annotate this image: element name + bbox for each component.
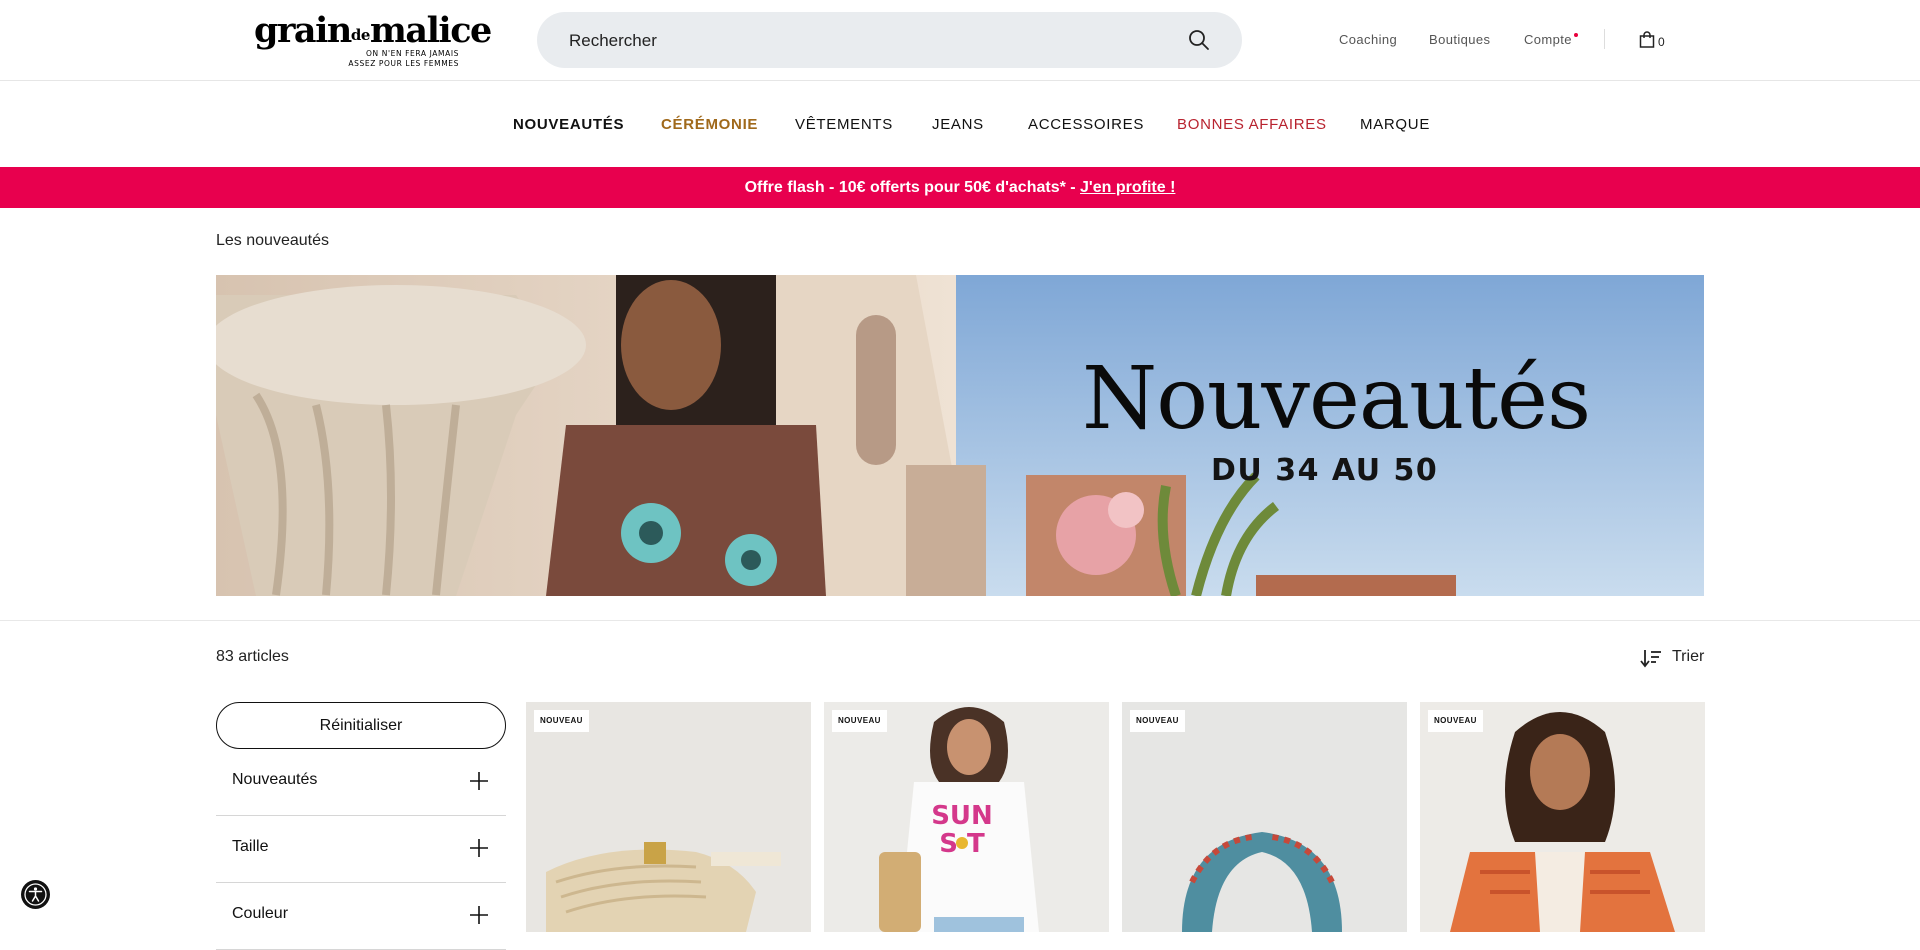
search-icon[interactable] bbox=[1188, 29, 1210, 51]
nav-item-bonnes-affaires[interactable]: BONNES AFFAIRES bbox=[1177, 116, 1327, 133]
new-badge: NOUVEAU bbox=[832, 710, 887, 732]
banner-subtitle: DU 34 AU 50 bbox=[1211, 453, 1439, 488]
new-badge: NOUVEAU bbox=[1428, 710, 1483, 732]
accessibility-button[interactable] bbox=[21, 880, 50, 909]
link-compte[interactable]: Compte bbox=[1524, 32, 1572, 47]
sort-label: Trier bbox=[1672, 648, 1705, 665]
new-badge: NOUVEAU bbox=[534, 710, 589, 732]
product-card[interactable]: SUN S T NOUVEAU bbox=[824, 702, 1109, 932]
link-boutiques[interactable]: Boutiques bbox=[1429, 32, 1490, 47]
header-divider bbox=[1604, 29, 1605, 49]
plus-icon[interactable] bbox=[469, 838, 489, 858]
product-image-scarf bbox=[1122, 702, 1407, 932]
product-card[interactable]: NOUVEAU bbox=[1420, 702, 1705, 932]
accessibility-icon bbox=[24, 883, 47, 906]
hero-banner[interactable]: Nouveautés DU 34 AU 50 bbox=[216, 275, 1704, 596]
product-image-tshirt: SUN S T bbox=[824, 702, 1109, 932]
cart-count[interactable]: 0 bbox=[1658, 35, 1665, 49]
main-nav: NOUVEAUTÉS CÉRÉMONIE VÊTEMENTS JEANS ACC… bbox=[0, 81, 1920, 167]
shopping-bag-icon[interactable] bbox=[1639, 31, 1655, 48]
filter-taille[interactable]: Taille bbox=[216, 816, 506, 883]
logo-tagline-line1: ON N'EN FERA JAMAIS bbox=[366, 49, 459, 58]
promo-cta-link[interactable]: J'en profite ! bbox=[1080, 179, 1175, 196]
filter-label: Taille bbox=[232, 838, 269, 855]
nav-item-accessoires[interactable]: ACCESSOIRES bbox=[1028, 116, 1144, 133]
nav-item-jeans[interactable]: JEANS bbox=[932, 116, 984, 133]
nav-item-marque[interactable]: MARQUE bbox=[1360, 116, 1430, 133]
nav-item-nouveautes[interactable]: NOUVEAUTÉS bbox=[513, 116, 624, 133]
section-divider bbox=[0, 620, 1920, 621]
filter-label: Nouveautés bbox=[232, 771, 318, 788]
nav-item-vetements[interactable]: VÊTEMENTS bbox=[795, 116, 893, 133]
search-input[interactable]: Rechercher bbox=[569, 31, 657, 51]
link-coaching[interactable]: Coaching bbox=[1339, 32, 1397, 47]
account-notification-dot bbox=[1574, 33, 1578, 37]
product-card[interactable]: NOUVEAU bbox=[526, 702, 811, 932]
reset-filters-button[interactable]: Réinitialiser bbox=[216, 702, 506, 749]
logo-tagline-line2: ASSEZ POUR LES FEMMES bbox=[348, 59, 459, 68]
product-card[interactable]: NOUVEAU bbox=[1122, 702, 1407, 932]
filter-label: Couleur bbox=[232, 905, 289, 922]
promo-banner: Offre flash - 10€ offerts pour 50€ d'ach… bbox=[0, 167, 1920, 208]
site-header: graindemalice ON N'EN FERA JAMAIS ASSEZ … bbox=[0, 0, 1920, 81]
product-image-kimono bbox=[1420, 702, 1705, 932]
promo-text: Offre flash - 10€ offerts pour 50€ d'ach… bbox=[744, 179, 1081, 196]
nav-item-ceremonie[interactable]: CÉRÉMONIE bbox=[661, 116, 758, 133]
plus-icon[interactable] bbox=[469, 771, 489, 791]
tshirt-print-line1: SUN bbox=[931, 801, 993, 831]
plus-icon[interactable] bbox=[469, 905, 489, 925]
new-badge: NOUVEAU bbox=[1130, 710, 1185, 732]
banner-title: Nouveautés bbox=[1082, 349, 1591, 449]
logo[interactable]: graindemalice ON N'EN FERA JAMAIS ASSEZ … bbox=[254, 12, 492, 70]
article-count: 83 articles bbox=[216, 648, 289, 665]
search-bar[interactable]: Rechercher bbox=[537, 12, 1242, 68]
filter-nouveautes[interactable]: Nouveautés bbox=[216, 749, 506, 816]
logo-wordmark: graindemalice bbox=[254, 10, 492, 51]
page-title: Les nouveautés bbox=[216, 232, 329, 249]
sort-icon bbox=[1640, 650, 1661, 668]
filter-couleur[interactable]: Couleur bbox=[216, 883, 506, 950]
product-image-belt-bag bbox=[526, 702, 811, 932]
